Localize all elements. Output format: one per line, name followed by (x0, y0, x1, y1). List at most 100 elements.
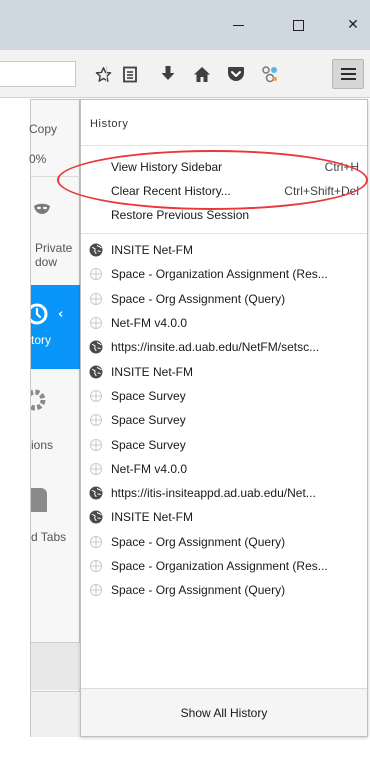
history-item[interactable]: Space - Organization Assignment (Res... (81, 554, 367, 578)
navigation-toolbar (0, 50, 370, 98)
new-private-window-label[interactable]: Private dow (35, 241, 85, 269)
pocket-icon (228, 67, 244, 81)
private-label-line2: dow (35, 255, 58, 269)
history-item[interactable]: https://insite.ad.uab.edu/NetFM/setsc... (81, 335, 367, 359)
synced-tabs-icon[interactable] (31, 486, 53, 514)
history-item-title: INSITE Net-FM (111, 364, 194, 379)
clear-recent-history-shortcut: Ctrl+Shift+Del (284, 184, 359, 198)
maximize-icon (292, 19, 304, 31)
history-panel: History View History Sidebar Ctrl+H Clea… (80, 99, 368, 737)
history-item-title: INSITE Net-FM (111, 243, 194, 258)
clear-recent-history-item[interactable]: Clear Recent History... Ctrl+Shift+Del (81, 179, 367, 203)
main-panel-footer-row[interactable] (31, 642, 81, 690)
home-icon (194, 66, 210, 82)
globe-icon (89, 243, 103, 257)
history-separator (81, 233, 367, 234)
history-item-title: Space - Organization Assignment (Res... (111, 559, 328, 573)
history-item[interactable]: Space Survey (81, 408, 367, 432)
history-item-title: INSITE Net-FM (111, 510, 194, 525)
main-menu-panel: Copy 0% Private dow ‹ tory ions d Tabs (26, 99, 81, 737)
main-panel-footer-row-2[interactable] (31, 691, 81, 737)
url-bar[interactable] (0, 61, 76, 87)
history-item-title: Space - Organization Assignment (Res... (111, 267, 328, 282)
history-item[interactable]: https://itis-insiteappd.ad.uab.edu/Net..… (81, 481, 367, 505)
history-item[interactable]: Space - Organization Assignment (Res... (81, 262, 367, 286)
toolbar-separator (106, 66, 107, 82)
history-item[interactable]: Space - Org Assignment (Query) (81, 530, 367, 554)
history-item-title: Space - Org Assignment (Query) (111, 534, 286, 549)
extension-button[interactable] (257, 62, 283, 86)
globe-icon (89, 340, 103, 354)
copy-button-label[interactable]: Copy (29, 122, 79, 136)
restore-previous-session-label: Restore Previous Session (111, 208, 250, 222)
pocket-button[interactable] (223, 62, 249, 86)
history-item[interactable]: Space Survey (81, 384, 367, 408)
open-menu-button[interactable] (332, 59, 364, 89)
restore-previous-session-item[interactable]: Restore Previous Session (81, 203, 367, 227)
globe-icon (89, 510, 103, 524)
view-history-sidebar-label: View History Sidebar (111, 160, 223, 174)
history-item[interactable]: Space - Org Assignment (Query) (81, 287, 367, 311)
page-icon (89, 535, 103, 549)
view-history-sidebar-item[interactable]: View History Sidebar Ctrl+H (81, 155, 367, 179)
page-icon (89, 413, 103, 427)
private-window-mask-icon[interactable] (31, 198, 53, 220)
history-menu-button[interactable]: ‹ tory (26, 285, 81, 369)
close-icon: ✕ (347, 17, 359, 33)
history-item-title: Space Survey (111, 413, 186, 428)
page-icon (89, 438, 103, 452)
view-history-sidebar-shortcut: Ctrl+H (324, 160, 359, 174)
zoom-level-label: 0% (29, 152, 47, 166)
clock-icon (26, 303, 51, 325)
history-item-title: Net-FM v4.0.0 (111, 461, 188, 476)
options-label[interactable]: ions (31, 438, 81, 452)
clear-recent-history-label: Clear Recent History... (111, 184, 231, 198)
bookmark-star-button[interactable] (90, 62, 116, 86)
minimize-icon (232, 24, 244, 26)
download-icon (161, 66, 175, 80)
history-item[interactable]: Space Survey (81, 432, 367, 456)
page-icon (89, 292, 103, 306)
history-item[interactable]: INSITE Net-FM (81, 238, 367, 262)
home-button[interactable] (189, 62, 215, 86)
page-icon (89, 316, 103, 330)
history-item[interactable]: INSITE Net-FM (81, 505, 367, 529)
history-item[interactable]: Net-FM v4.0.0 (81, 457, 367, 481)
history-item-title: Space Survey (111, 437, 186, 452)
history-item-title: Space - Org Assignment (Query) (111, 583, 286, 598)
history-item-title: Net-FM v4.0.0 (111, 316, 188, 331)
extension-icon (262, 66, 277, 83)
window-titlebar: ✕ (0, 0, 370, 50)
page-icon (89, 389, 103, 403)
page-icon (89, 462, 103, 476)
bookmarks-menu-button[interactable] (117, 62, 143, 86)
history-menu-label: tory (31, 333, 52, 347)
globe-icon (89, 365, 103, 379)
star-icon (95, 66, 111, 82)
gear-icon[interactable] (31, 387, 51, 413)
page-icon (89, 267, 103, 281)
maximize-button[interactable] (275, 8, 321, 42)
history-list: INSITE Net-FM Space - Organization Assign… (81, 238, 367, 602)
page-icon (89, 559, 103, 573)
minimize-button[interactable] (215, 8, 261, 42)
show-all-history-button[interactable]: Show All History (81, 688, 367, 736)
history-item-title: https://itis-insiteappd.ad.uab.edu/Net..… (111, 486, 316, 501)
history-item[interactable]: INSITE Net-FM (81, 359, 367, 383)
history-item[interactable]: Net-FM v4.0.0 (81, 311, 367, 335)
downloads-button[interactable] (155, 62, 181, 86)
menu-separator (31, 176, 81, 177)
page-icon (89, 583, 103, 597)
history-item-title: https://insite.ad.uab.edu/NetFM/setsc... (111, 340, 320, 355)
chevron-left-icon: ‹ (58, 307, 64, 322)
private-label-line1: Private (35, 241, 73, 255)
history-item[interactable]: Space - Org Assignment (Query) (81, 578, 367, 602)
history-panel-header: History (81, 100, 367, 146)
close-button[interactable]: ✕ (330, 8, 370, 42)
synced-tabs-label[interactable]: d Tabs (31, 530, 81, 544)
reader-list-icon (123, 66, 137, 82)
hamburger-menu-icon (340, 68, 356, 80)
globe-icon (89, 486, 103, 500)
history-item-title: Space - Org Assignment (Query) (111, 291, 286, 306)
history-item-title: Space Survey (111, 388, 186, 403)
